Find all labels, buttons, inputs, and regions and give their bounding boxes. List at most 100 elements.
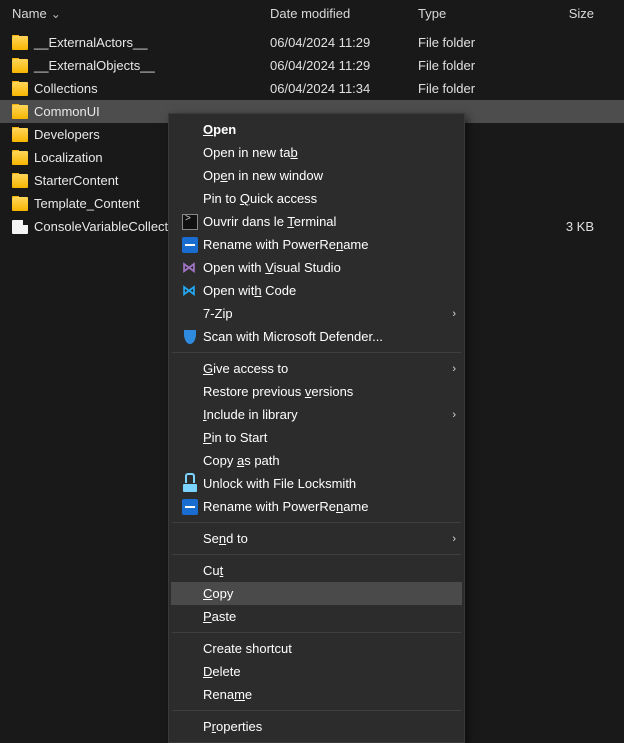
powerrename-icon [182,499,198,515]
menu-separator [172,710,461,711]
context-menu: Open Open in new tab Open in new window Pin… [168,113,465,743]
column-header-type[interactable]: Type [418,6,538,21]
folder-icon [12,82,28,96]
menu-item-icon-slot [177,237,203,253]
file-name-label: StarterContent [34,173,119,188]
lock-icon [183,475,197,492]
menu-separator [172,352,461,353]
context-menu-item[interactable]: Pin to Quick access [171,187,462,210]
menu-separator [172,554,461,555]
context-menu-item[interactable]: Cut [171,559,462,582]
folder-icon [12,105,28,119]
submenu-arrow-icon: › [440,308,456,320]
context-menu-item[interactable]: ⋈Open with Visual Studio [171,256,462,279]
menu-item-icon-slot: ⋈ [177,283,203,299]
context-menu-item[interactable]: Copy as path [171,449,462,472]
column-header-row: Name ⌄ Date modified Type Size [0,0,624,31]
menu-item-label: Scan with Microsoft Defender... [203,329,440,344]
file-name-label: CommonUI [34,104,100,119]
folder-icon [12,197,28,211]
file-name-label: Collections [34,81,98,96]
context-menu-item[interactable]: Restore previous versions [171,380,462,403]
menu-item-label: Unlock with File Locksmith [203,476,440,491]
folder-icon [12,151,28,165]
menu-item-icon-slot [177,499,203,515]
menu-item-label: Create shortcut [203,641,440,656]
file-name-label: Template_Content [34,196,140,211]
menu-item-label: Send to [203,531,440,546]
column-header-size[interactable]: Size [538,6,612,21]
menu-item-label: Properties [203,719,440,734]
context-menu-item[interactable]: Open [171,118,462,141]
menu-item-label: Open [203,122,440,137]
menu-item-label: Cut [203,563,440,578]
menu-item-label: Restore previous versions [203,384,440,399]
submenu-arrow-icon: › [440,533,456,545]
context-menu-item[interactable]: Unlock with File Locksmith [171,472,462,495]
file-date-label: 06/04/2024 11:34 [270,81,418,96]
context-menu-item[interactable]: Scan with Microsoft Defender... [171,325,462,348]
context-menu-item[interactable]: ⋈Open with Code [171,279,462,302]
context-menu-item[interactable]: Give access to› [171,357,462,380]
column-header-date[interactable]: Date modified [270,6,418,21]
menu-item-label: Rename with PowerRename [203,237,440,252]
file-row[interactable]: __ExternalObjects__ 06/04/2024 11:29File … [0,54,624,77]
context-menu-item[interactable]: Rename with PowerRename [171,233,462,256]
terminal-icon [182,214,198,230]
menu-item-label: Give access to [203,361,440,376]
submenu-arrow-icon: › [440,363,456,375]
context-menu-item[interactable]: Properties [171,715,462,738]
menu-item-icon-slot [177,214,203,230]
file-name-label: Developers [34,127,100,142]
menu-item-label: Paste [203,609,440,624]
file-date-label: 06/04/2024 11:29 [270,35,418,50]
context-menu-item[interactable]: Copy [171,582,462,605]
folder-icon [12,59,28,73]
file-name-label: __ExternalObjects__ [34,58,155,73]
menu-item-label: 7-Zip [203,306,440,321]
submenu-arrow-icon: › [440,409,456,421]
menu-item-icon-slot [177,330,203,344]
context-menu-item[interactable]: Open in new window [171,164,462,187]
file-icon [12,220,28,234]
folder-icon [12,36,28,50]
context-menu-item[interactable]: Ouvrir dans le Terminal [171,210,462,233]
visual-studio-icon: ⋈ [182,260,198,276]
menu-item-icon-slot: ⋈ [177,260,203,276]
file-type-label: File folder [418,81,538,96]
context-menu-item[interactable]: Send to› [171,527,462,550]
menu-item-label: Copy as path [203,453,440,468]
menu-item-label: Open in new window [203,168,440,183]
menu-item-label: Pin to Start [203,430,440,445]
file-row[interactable]: __ExternalActors__ 06/04/2024 11:29File f… [0,31,624,54]
menu-separator [172,522,461,523]
context-menu-item[interactable]: 7-Zip› [171,302,462,325]
context-menu-item[interactable]: Open in new tab [171,141,462,164]
menu-item-label: Pin to Quick access [203,191,440,206]
context-menu-item[interactable]: Rename with PowerRename [171,495,462,518]
file-row[interactable]: Collections 06/04/2024 11:34File folder [0,77,624,100]
menu-item-label: Ouvrir dans le Terminal [203,214,440,229]
file-name-label: __ExternalActors__ [34,35,147,50]
context-menu-item[interactable]: Include in library› [171,403,462,426]
context-menu-item[interactable]: Delete [171,660,462,683]
folder-icon [12,128,28,142]
menu-item-label: Open with Code [203,283,440,298]
menu-item-icon-slot [177,475,203,492]
context-menu-item[interactable]: Rename [171,683,462,706]
menu-item-label: Rename [203,687,440,702]
file-name-label: Localization [34,150,103,165]
context-menu-item[interactable]: Pin to Start [171,426,462,449]
menu-item-label: Open in new tab [203,145,440,160]
shield-icon [184,330,196,344]
column-header-name-label: Name [12,6,47,21]
context-menu-item[interactable]: Create shortcut [171,637,462,660]
file-size-label: 3 KB [538,219,612,234]
file-date-label: 06/04/2024 11:29 [270,58,418,73]
file-type-label: File folder [418,35,538,50]
file-name-label: ConsoleVariableCollection [34,219,186,234]
column-header-name[interactable]: Name ⌄ [12,6,270,21]
powerrename-icon [182,237,198,253]
context-menu-item[interactable]: Paste [171,605,462,628]
file-type-label: File folder [418,58,538,73]
